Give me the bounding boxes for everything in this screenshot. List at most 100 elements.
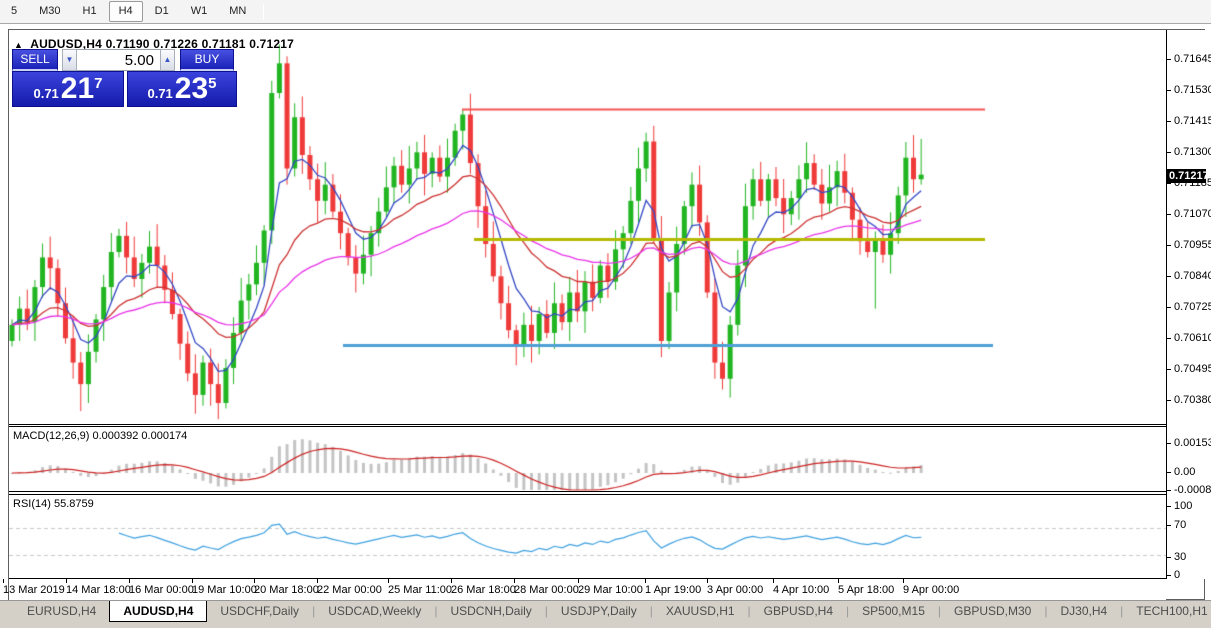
axis-tick: [1167, 120, 1171, 122]
symbol-tab-bar: EURUSD,H4 AUDUSD,H4 USDCHF,Daily | USDCAD,We…: [0, 600, 1211, 628]
bid-quote-button[interactable]: 0.71 21 7: [12, 71, 124, 107]
volume-increase-icon[interactable]: ▲: [160, 49, 175, 71]
tab-eurusd-h4[interactable]: EURUSD,H4: [14, 601, 109, 621]
rsi-header: RSI(14) 55.8759: [13, 498, 94, 510]
date-tick: [3, 579, 4, 583]
timeframe-button-d1[interactable]: D1: [145, 1, 179, 22]
bid-prefix: 0.71: [33, 86, 59, 101]
axis-tick: [1167, 213, 1171, 215]
volume-decrease-icon[interactable]: ▼: [62, 49, 77, 71]
ask-quote-button[interactable]: 0.71 23 5: [127, 71, 237, 107]
date-label: 25 Mar 11:00: [388, 584, 453, 596]
date-label: 4 Apr 10:00: [773, 584, 830, 596]
ask-big-digits: 23: [174, 72, 209, 105]
axis-tick: [1167, 89, 1171, 91]
timeframe-button-h4[interactable]: H4: [108, 1, 143, 22]
macd-header: MACD(12,26,9) 0.000392 0.000174: [13, 430, 187, 442]
date-tick: [514, 579, 515, 583]
timeframe-button-mn[interactable]: MN: [219, 1, 256, 22]
tab-dj30-h4[interactable]: DJ30,H4: [1047, 601, 1120, 621]
timeframe-toolbar: 5 M30 H1 H4 D1 W1 MN: [0, 0, 1211, 24]
tab-xauusd-h1[interactable]: XAUUSD,H1: [653, 601, 748, 621]
price-label: 0.71645: [1167, 53, 1211, 66]
ask-prefix: 0.71: [147, 86, 173, 101]
sell-button[interactable]: SELL: [12, 49, 58, 71]
rsi-scale-label: 30: [1167, 551, 1206, 564]
price-label: 0.70840: [1167, 270, 1211, 283]
date-tick: [254, 579, 255, 583]
rsi-scale-label: 0: [1167, 569, 1206, 582]
date-tick: [773, 579, 774, 583]
axis-tick: [1167, 399, 1171, 401]
date-label: 14 Mar 18:00: [66, 584, 131, 596]
date-tick: [388, 579, 389, 583]
timeframe-button-5[interactable]: 5: [1, 1, 27, 22]
price-label: 0.71300: [1167, 146, 1211, 159]
date-label: 9 Apr 00:00: [903, 584, 960, 596]
date-label: 19 Mar 10:00: [192, 584, 257, 596]
toolbar-separator: [263, 3, 265, 20]
macd-values: 0.000392 0.000174: [92, 430, 188, 442]
bid-pip-digit: 7: [94, 75, 103, 92]
tab-tech100-h1[interactable]: TECH100,H1: [1123, 601, 1211, 621]
date-tick: [66, 579, 67, 583]
axis-tick: [1167, 337, 1171, 339]
tab-gbpusd-h4[interactable]: GBPUSD,H4: [751, 601, 846, 621]
axis-tick: [1167, 556, 1171, 558]
bid-big-digits: 21: [60, 72, 95, 105]
axis-tick: [1167, 574, 1171, 576]
main-chart-panel: ▲ AUDUSD,H4 0.71190 0.71226 0.71181 0.71…: [9, 30, 1166, 425]
rsi-scale-label: 100: [1167, 500, 1206, 513]
date-axis[interactable]: 13 Mar 2019 14 Mar 18:00 16 Mar 00:00 19 Ma…: [3, 579, 1166, 600]
date-tick: [838, 579, 839, 583]
ask-pip-digit: 5: [208, 75, 217, 92]
price-axis[interactable]: 0.716450.715300.714150.713000.711850.710…: [1166, 30, 1211, 582]
date-label: 29 Mar 10:00: [578, 584, 643, 596]
timeframe-button-w1[interactable]: W1: [181, 1, 218, 22]
axis-tick: [1167, 368, 1171, 370]
buy-button[interactable]: BUY: [180, 49, 234, 71]
rsi-panel: RSI(14) 55.8759: [9, 494, 1166, 579]
date-label: 5 Apr 18:00: [838, 584, 895, 596]
axis-tick: [1167, 471, 1171, 473]
axis-tick: [1167, 306, 1171, 308]
timeframe-button-h1[interactable]: H1: [73, 1, 107, 22]
date-tick: [645, 579, 646, 583]
price-label: 0.71415: [1167, 115, 1211, 128]
axis-tick: [1167, 442, 1171, 444]
price-label: 0.71070: [1167, 208, 1211, 221]
axis-tick: [1167, 58, 1171, 60]
price-label: 0.70495: [1167, 363, 1211, 376]
date-tick: [129, 579, 130, 583]
trading-platform-screen: 5 M30 H1 H4 D1 W1 MN ▲ AUDUSD,H4 0.71190 0.712…: [0, 0, 1211, 628]
tab-audusd-h4[interactable]: AUDUSD,H4: [109, 601, 208, 622]
price-label: 0.70955: [1167, 239, 1211, 252]
date-label: 20 Mar 18:00: [254, 584, 319, 596]
axis-tick: [1167, 275, 1171, 277]
ohlc-close: 0.71217: [249, 37, 295, 51]
tab-sp500-m15[interactable]: SP500,M15: [849, 601, 938, 621]
price-label: 0.70380: [1167, 394, 1211, 407]
price-label: 0.70610: [1167, 332, 1211, 345]
tab-usdcad-weekly[interactable]: USDCAD,Weekly: [315, 601, 434, 621]
date-label: 28 Mar 00:00: [514, 584, 579, 596]
axis-tick: [1167, 524, 1171, 526]
axis-tick: [1167, 505, 1171, 507]
current-price-badge: 0.71217: [1167, 169, 1209, 183]
price-label: 0.71530: [1167, 84, 1211, 97]
macd-title: MACD(12,26,9): [13, 430, 90, 442]
macd-panel: MACD(12,26,9) 0.000392 0.000174: [9, 426, 1166, 492]
timeframe-button-m30[interactable]: M30: [29, 1, 70, 22]
axis-tick: [1167, 244, 1171, 246]
tab-usdjpy-daily[interactable]: USDJPY,Daily: [548, 601, 650, 621]
date-tick: [578, 579, 579, 583]
rsi-chart-canvas[interactable]: [9, 496, 1166, 579]
date-tick: [903, 579, 904, 583]
tab-usdchf-daily[interactable]: USDCHF,Daily: [207, 601, 312, 621]
chart-window: ▲ AUDUSD,H4 0.71190 0.71226 0.71181 0.71…: [3, 29, 1211, 600]
date-label: 26 Mar 18:00: [451, 584, 516, 596]
tab-usdcnh-daily[interactable]: USDCNH,Daily: [437, 601, 544, 621]
tab-gbpusd-m30[interactable]: GBPUSD,M30: [941, 601, 1044, 621]
date-label: 1 Apr 19:00: [645, 584, 702, 596]
volume-input[interactable]: [77, 49, 160, 71]
